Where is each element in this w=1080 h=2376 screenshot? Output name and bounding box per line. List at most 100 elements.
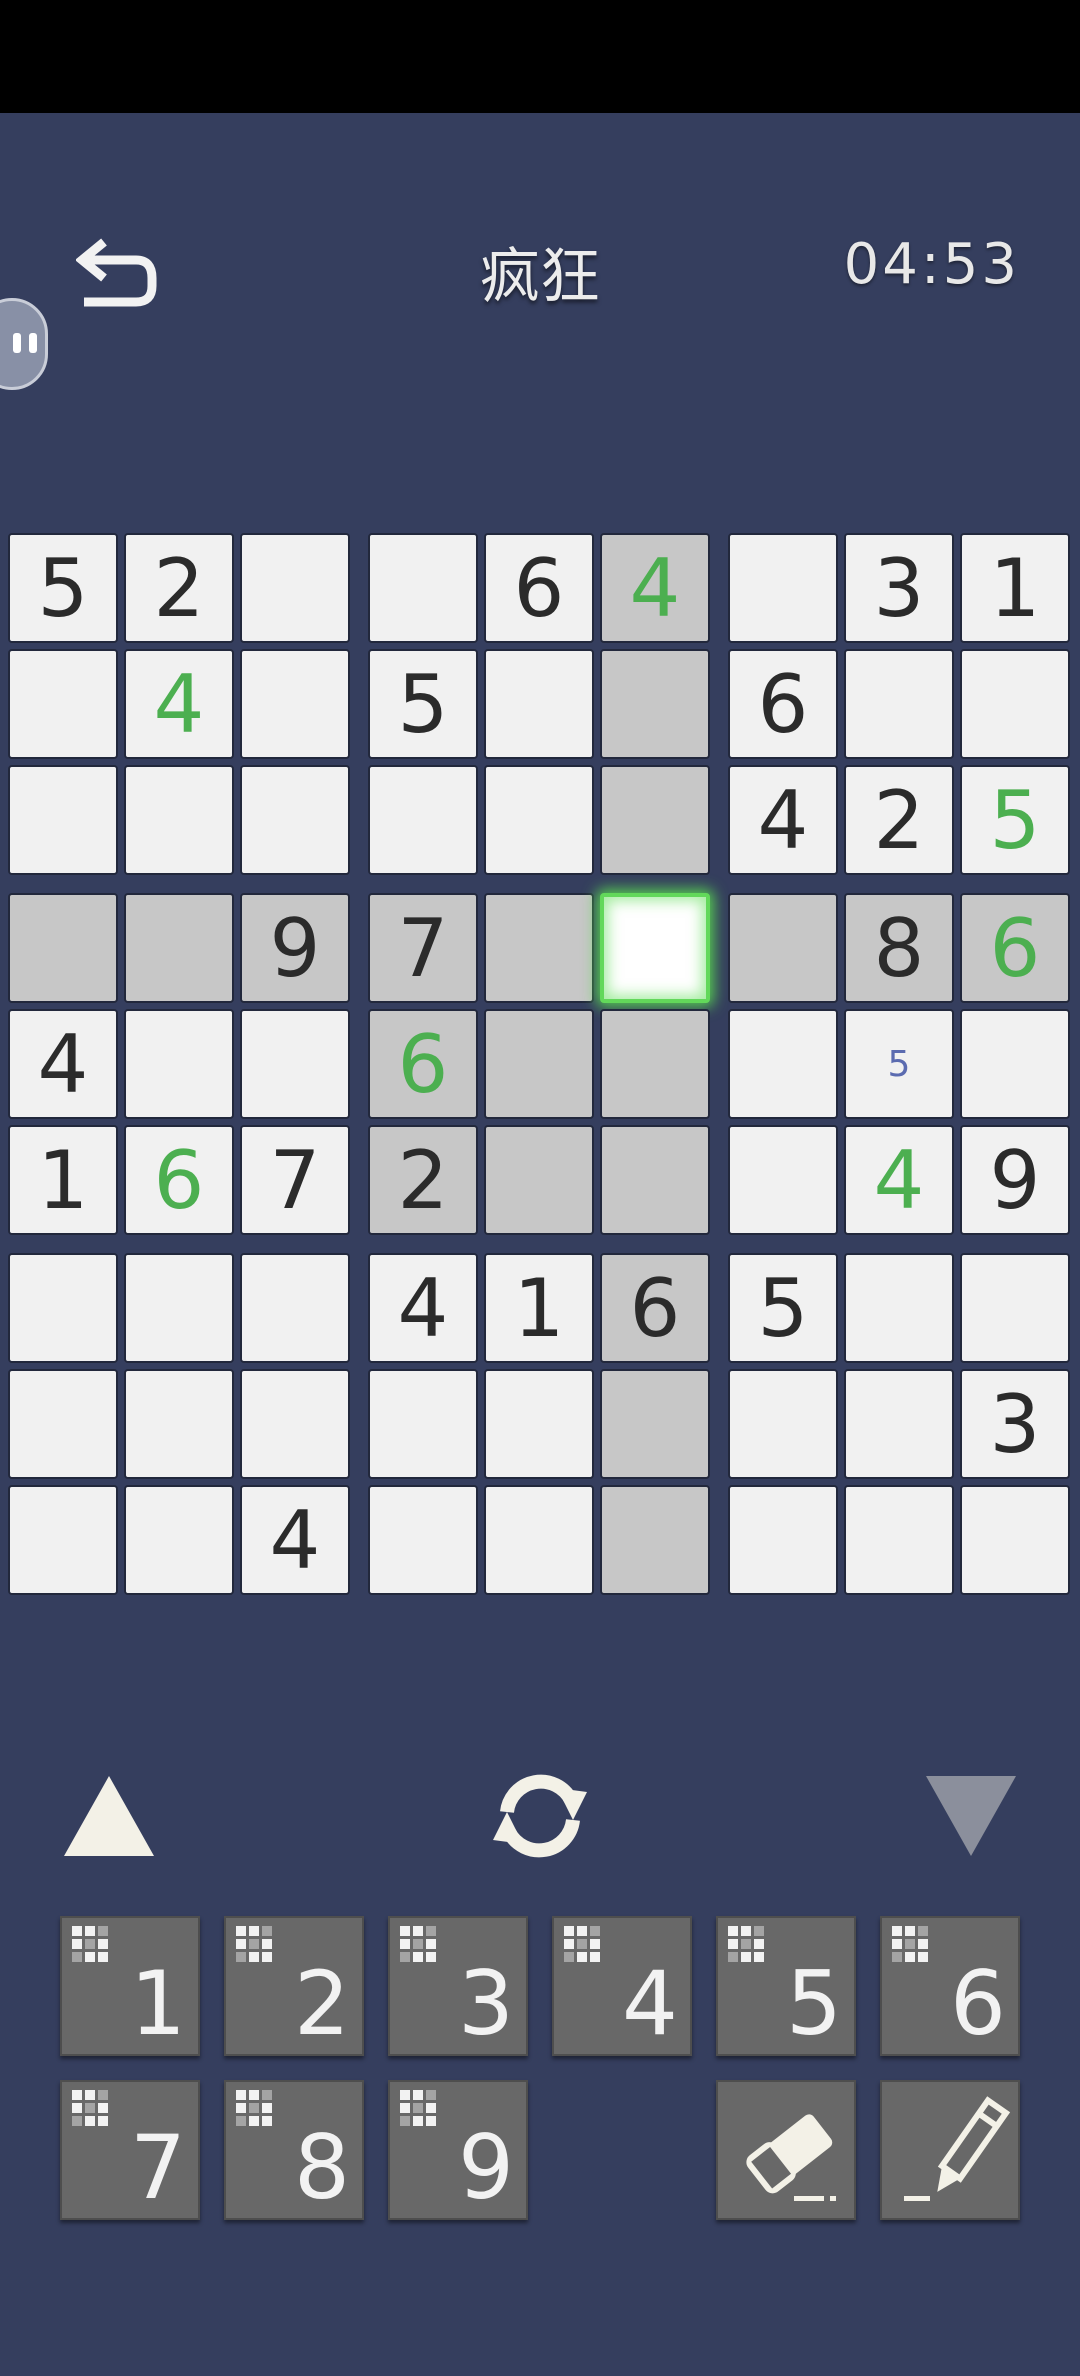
sudoku-cell[interactable] bbox=[484, 1125, 594, 1235]
sudoku-cell[interactable] bbox=[844, 649, 954, 759]
sudoku-cell[interactable] bbox=[368, 533, 478, 643]
digit-label: 7 bbox=[130, 2116, 186, 2219]
sudoku-cell[interactable]: 5 bbox=[844, 1009, 954, 1119]
sudoku-cell[interactable]: 4 bbox=[368, 1253, 478, 1363]
sudoku-cell[interactable] bbox=[8, 1369, 118, 1479]
sudoku-cell[interactable]: 5 bbox=[960, 765, 1070, 875]
sudoku-cell[interactable]: 6 bbox=[368, 1009, 478, 1119]
digit-key-9[interactable]: 9 bbox=[388, 2080, 528, 2220]
sudoku-cell[interactable] bbox=[728, 1009, 838, 1119]
digit-label: 5 bbox=[786, 1952, 842, 2055]
sudoku-cell[interactable] bbox=[240, 1369, 350, 1479]
sudoku-cell[interactable] bbox=[844, 1485, 954, 1595]
sudoku-cell[interactable] bbox=[124, 1009, 234, 1119]
sudoku-cell[interactable] bbox=[600, 1009, 710, 1119]
sudoku-cell[interactable]: 4 bbox=[240, 1485, 350, 1595]
sudoku-cell[interactable] bbox=[124, 1253, 234, 1363]
sudoku-cell[interactable]: 1 bbox=[484, 1253, 594, 1363]
sudoku-cell[interactable]: 5 bbox=[8, 533, 118, 643]
next-button[interactable] bbox=[922, 1772, 1020, 1864]
digit-key-3[interactable]: 3 bbox=[388, 1916, 528, 2056]
sudoku-cell[interactable] bbox=[240, 1253, 350, 1363]
sudoku-cell[interactable] bbox=[484, 1369, 594, 1479]
sudoku-cell[interactable]: 8 bbox=[844, 893, 954, 1003]
sudoku-cell[interactable]: 1 bbox=[960, 533, 1070, 643]
sudoku-cell[interactable]: 7 bbox=[240, 1125, 350, 1235]
sudoku-cell[interactable] bbox=[484, 893, 594, 1003]
digit-label: 2 bbox=[294, 1952, 350, 2055]
sudoku-cell[interactable]: 6 bbox=[484, 533, 594, 643]
sudoku-cell[interactable]: 3 bbox=[844, 533, 954, 643]
sudoku-cell[interactable]: 3 bbox=[960, 1369, 1070, 1479]
sudoku-cell[interactable] bbox=[844, 1253, 954, 1363]
digit-key-6[interactable]: 6 bbox=[880, 1916, 1020, 2056]
sudoku-cell[interactable] bbox=[728, 1125, 838, 1235]
sudoku-cell[interactable] bbox=[8, 649, 118, 759]
sudoku-cell[interactable] bbox=[728, 533, 838, 643]
sudoku-cell[interactable] bbox=[240, 1009, 350, 1119]
sudoku-cell[interactable] bbox=[240, 765, 350, 875]
previous-button[interactable] bbox=[60, 1772, 158, 1864]
sudoku-cell[interactable] bbox=[844, 1369, 954, 1479]
sudoku-cell[interactable] bbox=[728, 893, 838, 1003]
sudoku-cell[interactable] bbox=[124, 765, 234, 875]
sudoku-cell[interactable] bbox=[600, 765, 710, 875]
digit-key-8[interactable]: 8 bbox=[224, 2080, 364, 2220]
digit-key-1[interactable]: 1 bbox=[60, 1916, 200, 2056]
sudoku-cell[interactable] bbox=[484, 1009, 594, 1119]
sudoku-cell[interactable] bbox=[240, 649, 350, 759]
sudoku-cell[interactable] bbox=[240, 533, 350, 643]
sudoku-cell[interactable] bbox=[124, 1369, 234, 1479]
sudoku-cell[interactable]: 4 bbox=[600, 533, 710, 643]
sudoku-cell[interactable] bbox=[8, 1253, 118, 1363]
sudoku-cell[interactable]: 2 bbox=[124, 533, 234, 643]
sudoku-cell[interactable] bbox=[600, 649, 710, 759]
digit-key-2[interactable]: 2 bbox=[224, 1916, 364, 2056]
sudoku-cell[interactable] bbox=[368, 1369, 478, 1479]
sudoku-cell[interactable]: 6 bbox=[600, 1253, 710, 1363]
sudoku-cell[interactable]: 2 bbox=[844, 765, 954, 875]
pencil-button[interactable] bbox=[880, 2080, 1020, 2220]
sudoku-cell[interactable]: 7 bbox=[368, 893, 478, 1003]
sudoku-cell[interactable] bbox=[728, 1369, 838, 1479]
sudoku-cell[interactable]: 5 bbox=[728, 1253, 838, 1363]
sudoku-cell[interactable]: 6 bbox=[124, 1125, 234, 1235]
sudoku-cell[interactable]: 4 bbox=[8, 1009, 118, 1119]
sudoku-cell[interactable]: 1 bbox=[8, 1125, 118, 1235]
sudoku-cell[interactable] bbox=[960, 649, 1070, 759]
sudoku-cell[interactable]: 4 bbox=[124, 649, 234, 759]
sudoku-cell[interactable] bbox=[728, 1485, 838, 1595]
sudoku-cell[interactable] bbox=[484, 765, 594, 875]
sudoku-cell[interactable] bbox=[124, 1485, 234, 1595]
digit-key-5[interactable]: 5 bbox=[716, 1916, 856, 2056]
digit-key-7[interactable]: 7 bbox=[60, 2080, 200, 2220]
sudoku-cell[interactable]: 6 bbox=[728, 649, 838, 759]
sudoku-cell[interactable]: 2 bbox=[368, 1125, 478, 1235]
sudoku-cell[interactable] bbox=[600, 893, 710, 1003]
sudoku-cell[interactable]: 9 bbox=[960, 1125, 1070, 1235]
sudoku-cell[interactable]: 4 bbox=[844, 1125, 954, 1235]
sudoku-cell[interactable]: 6 bbox=[960, 893, 1070, 1003]
sudoku-cell[interactable] bbox=[960, 1009, 1070, 1119]
sudoku-cell[interactable] bbox=[8, 1485, 118, 1595]
sudoku-cell[interactable] bbox=[600, 1125, 710, 1235]
sudoku-cell[interactable] bbox=[484, 649, 594, 759]
sudoku-cell[interactable]: 5 bbox=[368, 649, 478, 759]
triangle-down-icon bbox=[926, 1776, 1016, 1856]
sudoku-cell[interactable] bbox=[484, 1485, 594, 1595]
sudoku-cell[interactable]: 4 bbox=[728, 765, 838, 875]
sudoku-cell[interactable]: 9 bbox=[240, 893, 350, 1003]
sudoku-cell[interactable] bbox=[600, 1485, 710, 1595]
sudoku-cell[interactable] bbox=[124, 893, 234, 1003]
sudoku-cell[interactable] bbox=[960, 1485, 1070, 1595]
eraser-button[interactable] bbox=[716, 2080, 856, 2220]
refresh-button[interactable] bbox=[487, 1768, 593, 1868]
sudoku-cell[interactable] bbox=[368, 1485, 478, 1595]
sudoku-cell[interactable] bbox=[368, 765, 478, 875]
digit-key-4[interactable]: 4 bbox=[552, 1916, 692, 2056]
sudoku-cell[interactable] bbox=[8, 893, 118, 1003]
sudoku-cell[interactable] bbox=[600, 1369, 710, 1479]
floating-assistant-button[interactable] bbox=[0, 298, 48, 390]
sudoku-cell[interactable] bbox=[960, 1253, 1070, 1363]
sudoku-cell[interactable] bbox=[8, 765, 118, 875]
